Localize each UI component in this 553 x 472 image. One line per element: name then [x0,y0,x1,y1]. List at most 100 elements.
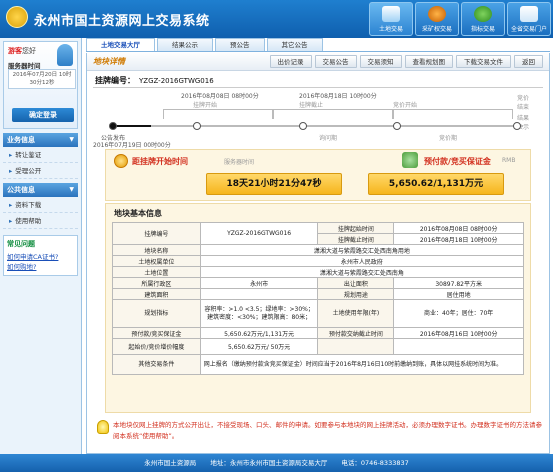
login-button[interactable]: 确定登录 [12,108,74,122]
footer-org: 永州市国土资源局 [144,459,197,467]
nav-province-portal[interactable]: 全省交易门户 [507,2,551,36]
table-value: 2016年08月16日 10时00分 [393,327,524,339]
table-empty-cell [393,338,524,355]
tab-other-announce[interactable]: 其它公告 [266,38,323,51]
sidebar-item-transfer[interactable]: ▸ 转让鉴证 [3,147,78,163]
table-value: 永州市人民政府 [199,255,525,267]
land-info-panel: 地块基本信息 挂牌编号 YZGZ-2016GTWG016 挂牌起始时间 2016… [105,203,531,413]
timeline-node-announce [109,122,117,130]
toolbar-buttons: 出价记录 交易公告 交易须知 查看规划图 下载交易文件 返回 [269,55,543,68]
timeline-end-time: 2016年08月18日 10时00分 [299,93,377,100]
left-sidebar: 游客您好 服务器时间 2016年07月20日 10时30分12秒 确定登录 业务… [0,38,82,454]
table-value: 30897.82平方米 [393,277,524,289]
detail-content: 地块详情 出价记录 交易公告 交易须知 查看规划图 下载交易文件 返回 挂牌编号… [86,53,550,454]
table-empty-cell [317,338,395,355]
lightbulb-icon [97,420,109,434]
site-title: 永州市国土资源网上交易系统 [34,14,210,29]
mining-icon [428,6,446,22]
countdown-panel: 距挂牌开始时间 服务器时间 18天21小时21分47秒 预付款/竞买保证金 RM… [105,149,531,201]
business-info-section: 业务信息 ▼ ▸ 转让鉴证 ▸ 受理公开 [3,133,78,179]
arrow-right-icon: ▸ [9,201,13,209]
land-info-title: 地块基本信息 [114,209,162,218]
tab-pre-announce[interactable]: 预公告 [215,38,265,51]
table-row: 挂牌编号 YZGZ-2016GTWG016 挂牌起始时间 2016年08月08日… [112,222,524,245]
nav-label: 全省交易门户 [510,26,547,33]
deposit-label: 预付款/竞买保证金 [424,157,491,166]
user-avatar-icon [57,44,73,66]
faq-link-buy-land[interactable]: 如何购地? [7,262,74,272]
bid-records-button[interactable]: 出价记录 [269,55,312,68]
timeline-start-time: 2016年08月08日 08时00分 [181,93,259,100]
public-info-section: 公共信息 ▼ ▸ 资料下载 ▸ 使用帮助 [3,183,78,229]
divider [93,87,543,88]
listing-number-label: 挂牌编号： [95,76,135,85]
table-value: 居住用地 [393,288,524,300]
table-value: 5,650.62万元/ 50万元 [199,338,319,355]
back-button[interactable]: 返回 [514,55,543,68]
trade-announcement-button[interactable]: 交易公告 [314,55,357,68]
table-row: 预付款/竞买保证金 5,650.62万元/1,131万元 预付款交纳截止时间 2… [112,327,524,339]
sidebar-item-help[interactable]: ▸ 使用帮助 [3,213,78,229]
footer-address: 地址：永州市永州市国土资源局交易大厅 [210,459,328,467]
footer-phone: 电话：0746-8333837 [341,459,409,467]
timeline-bid-label: 竞价开始 [393,102,418,109]
trade-timeline: 2016年08月08日 08时00分 挂牌开始 2016年08月18日 10时0… [93,89,545,149]
public-info-header[interactable]: 公共信息 ▼ [3,183,78,197]
countdown-sub: 服务器时间 [224,159,255,166]
welcome-suffix: 您好 [22,47,36,55]
table-key: 挂牌起始时间 [317,222,395,234]
table-key: 起始价/竞价增价幅度 [112,338,201,355]
arrow-right-icon: ▸ [9,167,13,175]
table-value: 容积率：>1.0 <3.5；绿地率：>30%；建筑密度：<30%；建筑限高：80… [199,299,319,328]
arrow-right-icon: ▸ [9,151,13,159]
business-info-header[interactable]: 业务信息 ▼ [3,133,78,147]
table-value: 潇湘大道与紫霞路交汇处西南角 [199,266,525,278]
sidebar-item-accept[interactable]: ▸ 受理公开 [3,163,78,179]
sidebar-item-downloads[interactable]: ▸ 资料下载 [3,197,78,213]
trade-notice-button[interactable]: 交易须知 [359,55,402,68]
deposit-currency: RMB [502,157,516,164]
table-key: 挂牌编号 [112,222,201,245]
timeline-step [393,109,513,119]
table-row: 建筑面积 规划用途 居住用地 [112,288,524,300]
detail-toolbar: 地块详情 出价记录 交易公告 交易须知 查看规划图 下载交易文件 返回 [87,53,549,71]
tab-results[interactable]: 结果公示 [157,38,213,51]
faq-link-ca-cert[interactable]: 如何申请CA证书? [7,252,74,262]
timeline-start-label: 挂牌开始 [193,102,218,109]
view-plan-button[interactable]: 查看规划图 [404,55,453,68]
timeline-node-start [193,122,201,130]
table-key: 预付款交纳截止时间 [317,327,395,339]
top-nav: 土地交易 采矿权交易 指标交易 全省交易门户 [369,2,551,36]
timeline-announce-time: 2016年07月19日 00时00分 [93,142,171,149]
table-value: 5,650.62万元/1,131万元 [199,327,319,339]
deposit-value: 5,650.62/1,131万元 [368,173,504,195]
tab-trading-hall[interactable]: 土地交易大厅 [86,38,155,51]
nav-quota-trade[interactable]: 指标交易 [461,2,505,36]
land-info-table: 挂牌编号 YZGZ-2016GTWG016 挂牌起始时间 2016年08月08日… [112,222,525,375]
section-title: 地块详情 [93,57,125,66]
table-row: 所属行政区 永州市 出让面积 30897.82平方米 [112,277,524,289]
public-info-title: 公共信息 [7,186,35,194]
table-key: 土地权属单位 [112,255,201,267]
site-footer: 永州市国土资源局 地址：永州市永州市国土资源局交易大厅 电话：0746-8333… [0,454,553,472]
table-value: 永州市 [199,277,319,289]
table-value [199,288,319,300]
timeline-progress [113,125,151,127]
main-tabs: 土地交易大厅 结果公示 预公告 其它公告 [86,38,550,52]
table-key: 所属行政区 [112,277,201,289]
nav-mining-trade[interactable]: 采矿权交易 [415,2,459,36]
notice-box: 本地块仅网上挂牌的方式公开出让，不接受现场、口头、邮件的申请。如要参与本地块的网… [97,418,543,448]
nav-land-trade[interactable]: 土地交易 [369,2,413,36]
table-value: 潇湘大道与紫霞路交汇处西南角用地 [199,244,525,256]
table-row: 其他交易条件 网上报名（缴纳预付款含竞买保证金）时间应当于2016年8月16日1… [112,354,525,375]
timeline-result-end-label: 竞价结束 [517,95,530,111]
download-files-button[interactable]: 下载交易文件 [456,55,511,68]
timeline-inquiry-label: 询问期 [319,135,338,142]
nav-label: 土地交易 [378,26,403,33]
table-key: 挂牌截止时间 [317,233,395,245]
clock-icon [114,154,128,168]
chevron-down-icon: ▼ [69,136,74,143]
chevron-down-icon: ▼ [69,186,74,193]
table-value: 商业：40年；居住：70年 [393,299,524,328]
welcome-text: 游客您好 [8,46,36,56]
